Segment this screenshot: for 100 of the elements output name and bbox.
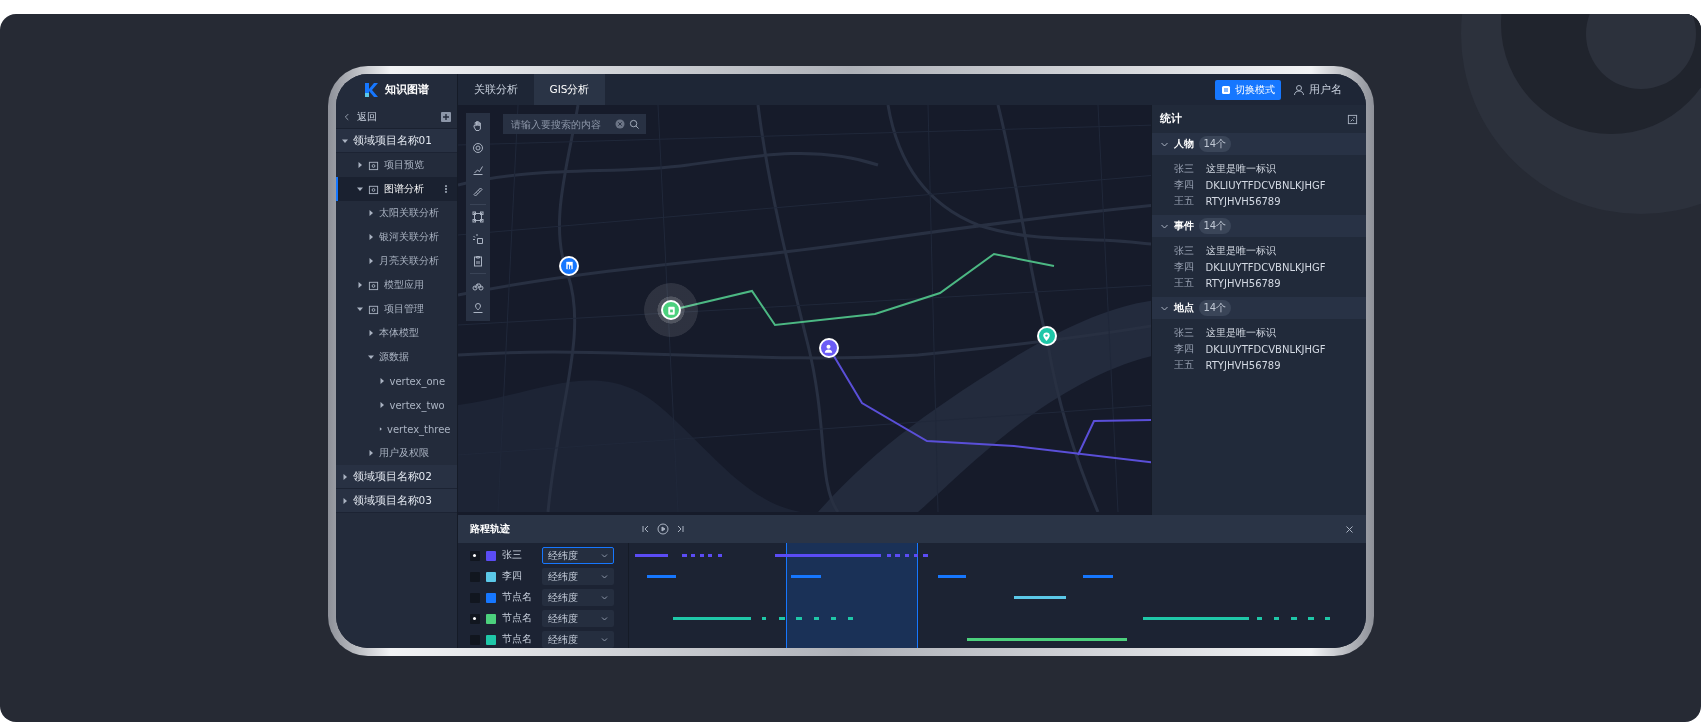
- logo-icon: [363, 81, 379, 98]
- section-header[interactable]: 人物 14个: [1151, 133, 1366, 155]
- person-icon: [823, 342, 835, 354]
- track-name: 节点名: [501, 591, 533, 604]
- map-marker[interactable]: [1036, 326, 1057, 347]
- section-title: 地点: [1173, 301, 1194, 315]
- caret-icon: [356, 186, 363, 192]
- track-segment: [699, 554, 704, 557]
- row-value: 这里是唯一标识: [1205, 244, 1276, 258]
- row-key: 李四: [1173, 178, 1196, 192]
- caret-icon: [367, 450, 374, 456]
- dropdown-field[interactable]: 经纬度: [541, 547, 614, 564]
- caret-icon: [378, 378, 385, 384]
- track-segment: [938, 575, 967, 578]
- row-key: 王五: [1173, 276, 1196, 290]
- search-field[interactable]: 请输入要搜索的内容: [502, 114, 646, 134]
- clear-icon[interactable]: [614, 119, 625, 129]
- switch-mode-button[interactable]: 切换模式: [1214, 79, 1281, 100]
- chevron-down-icon: [600, 573, 608, 580]
- map-marker[interactable]: [661, 300, 682, 321]
- tree-item[interactable]: 图谱分析: [335, 177, 457, 201]
- dropdown-field[interactable]: 经纬度: [541, 631, 614, 648]
- track-segment: [1308, 617, 1314, 620]
- track-segment: [761, 617, 767, 620]
- track-segment: [923, 554, 928, 557]
- track-segment: [708, 554, 713, 557]
- caret-icon: [367, 330, 374, 336]
- track-segment: [913, 554, 918, 557]
- track-segment: [634, 554, 669, 557]
- tab[interactable]: GIS分析: [533, 74, 606, 105]
- user-icon[interactable]: [1292, 83, 1305, 96]
- map-marker[interactable]: [559, 255, 580, 276]
- dropdown-field[interactable]: 经纬度: [541, 589, 614, 606]
- track-segment: [1256, 617, 1263, 620]
- tree-item[interactable]: 领域项目名称01: [335, 129, 457, 153]
- play-icon[interactable]: [656, 523, 669, 535]
- track-segment: [790, 575, 822, 578]
- dropdown-field[interactable]: 经纬度: [541, 610, 614, 627]
- count-badge: 14个: [1198, 300, 1232, 316]
- row-key: 李四: [1173, 342, 1196, 356]
- caret-icon: [356, 306, 363, 312]
- row-value: RTYJHVH56789: [1205, 359, 1281, 371]
- count-badge: 14个: [1198, 136, 1232, 152]
- row-key: 李四: [1173, 260, 1196, 274]
- track-segment: [895, 554, 900, 557]
- caret-icon: [341, 497, 348, 504]
- chevron-down-icon: [600, 552, 608, 559]
- caret-icon: [356, 162, 363, 168]
- row-value: RTYJHVH56789: [1205, 195, 1281, 207]
- time-window[interactable]: [785, 543, 918, 648]
- row-key: 张三: [1173, 162, 1196, 176]
- tree-item[interactable]: 领域项目名称03: [335, 489, 457, 513]
- close-icon[interactable]: [1344, 524, 1354, 534]
- chevron-down-icon: [600, 594, 608, 601]
- map-marker[interactable]: [818, 338, 839, 359]
- section-header[interactable]: 地点 14个: [1151, 297, 1366, 319]
- track-segment: [646, 575, 676, 578]
- row-value: 这里是唯一标识: [1205, 326, 1276, 340]
- folder-icon: [367, 303, 379, 315]
- dropdown-field[interactable]: 经纬度: [541, 568, 614, 585]
- caret-icon: [378, 402, 385, 408]
- track-segment: [1082, 575, 1113, 578]
- image-export-icon[interactable]: [1346, 113, 1358, 125]
- panel-title: 统计: [1159, 112, 1182, 126]
- row-key: 王五: [1173, 194, 1196, 208]
- track-segment: [1324, 617, 1330, 620]
- track-segment: [796, 617, 802, 620]
- search-icon[interactable]: [628, 118, 640, 130]
- chevron-down-icon: [600, 636, 608, 643]
- checkbox[interactable]: [469, 613, 480, 624]
- count-badge: 14个: [1198, 218, 1232, 234]
- caret-icon: [367, 210, 374, 216]
- track-segment: [886, 554, 891, 557]
- track-name: 李四: [501, 570, 523, 583]
- track-segment: [848, 617, 854, 620]
- tab[interactable]: 关联分析: [457, 74, 534, 105]
- track-segment: [830, 617, 837, 620]
- tree-item[interactable]: 领域项目名称02: [335, 465, 457, 489]
- location-pin-icon: [1041, 330, 1053, 342]
- caret-icon: [356, 282, 363, 288]
- caret-icon: [341, 137, 348, 144]
- caret-icon: [367, 258, 374, 264]
- row-value: RTYJHVH56789: [1205, 277, 1281, 289]
- row-key: 王五: [1173, 358, 1196, 372]
- section-title: 事件: [1173, 219, 1194, 233]
- track-segment: [813, 617, 819, 620]
- section-header[interactable]: 事件 14个: [1151, 215, 1366, 237]
- track-name: 节点名: [501, 633, 533, 646]
- back-label[interactable]: 返回: [356, 109, 377, 124]
- add-icon[interactable]: [440, 111, 451, 122]
- caret-icon: [341, 473, 348, 480]
- row-key: 张三: [1173, 244, 1196, 258]
- checkbox[interactable]: [469, 550, 480, 561]
- mode-icon: [1220, 84, 1231, 95]
- user-name[interactable]: 用户名: [1308, 82, 1342, 97]
- caret-icon: [367, 234, 374, 240]
- folder-icon: [367, 159, 379, 171]
- row-key: 张三: [1173, 326, 1196, 340]
- skip-back-icon[interactable]: [640, 524, 651, 534]
- row-value: DKLIUYTFDCVBNLKJHGF: [1205, 343, 1326, 355]
